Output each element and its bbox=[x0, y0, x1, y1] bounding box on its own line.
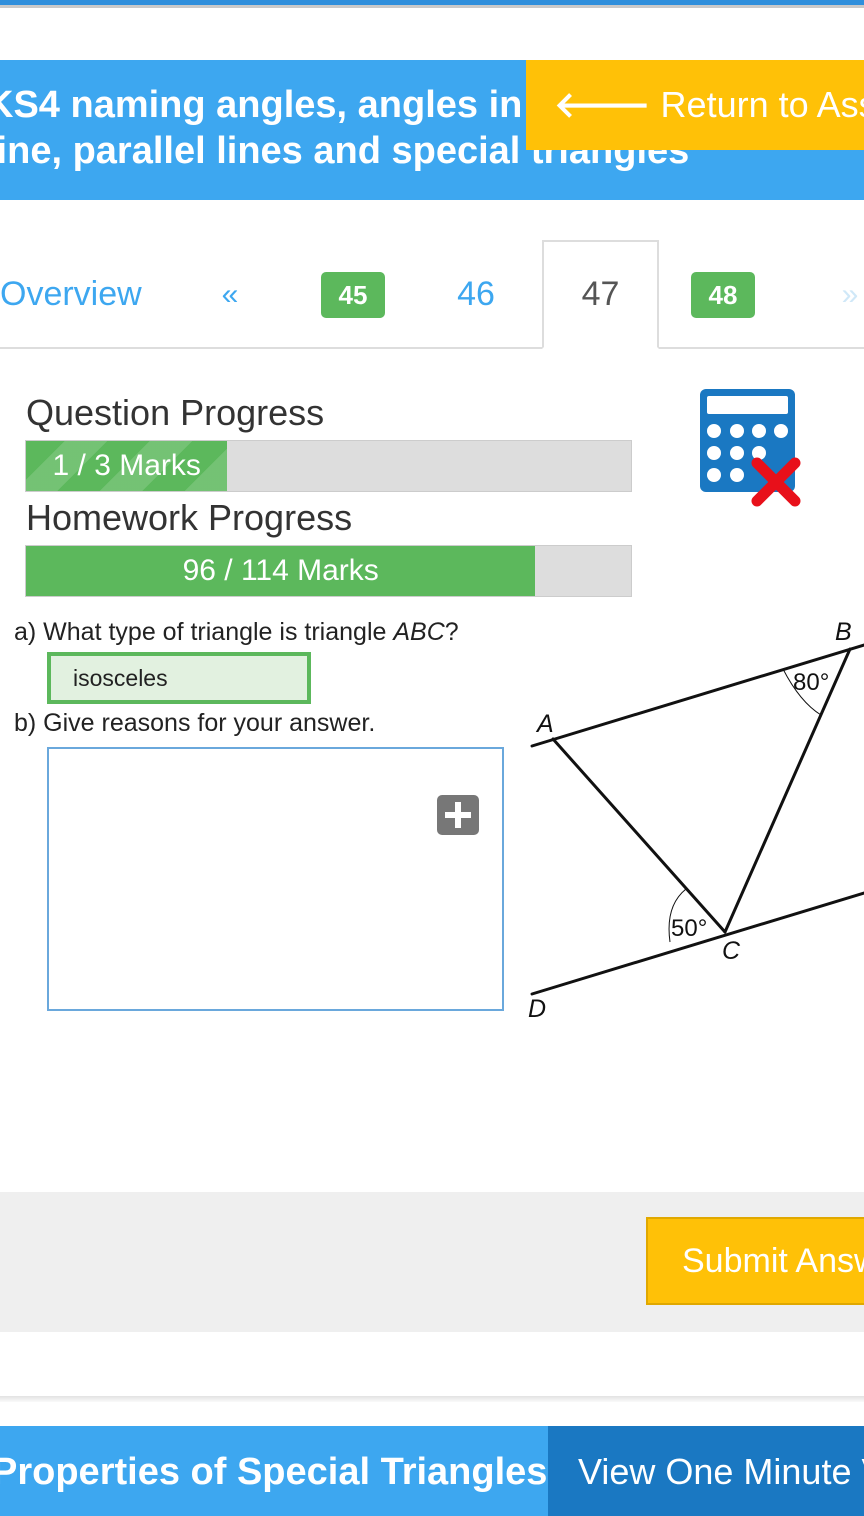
question-45-badge: 45 bbox=[321, 271, 385, 318]
tab-next[interactable]: » bbox=[830, 240, 864, 349]
tab-question-45[interactable]: 45 bbox=[321, 240, 385, 349]
arrow-left-icon: 🡐 bbox=[554, 84, 651, 125]
question-a-text: a) What type of triangle is triangle ABC… bbox=[14, 618, 459, 646]
triangle-side-ac bbox=[551, 737, 727, 934]
footer-bar: Properties of Special Triangles View One… bbox=[0, 1426, 864, 1516]
assignment-header: KS4 naming angles, angles in line, paral… bbox=[0, 60, 864, 200]
submit-answer-button[interactable]: Submit Answer bbox=[646, 1217, 864, 1305]
lower-parallel-line bbox=[530, 891, 864, 996]
answer-a-input[interactable]: isosceles bbox=[47, 652, 311, 704]
angle-label-80: 80° bbox=[793, 669, 829, 696]
label-b: B bbox=[835, 618, 852, 646]
question-progress-text: 1 / 3 Marks bbox=[52, 449, 201, 482]
label-c: C bbox=[722, 937, 741, 965]
angle-label-50: 50° bbox=[671, 915, 707, 942]
submit-area: Submit Answer bbox=[0, 1192, 864, 1332]
triangle-side-bc bbox=[723, 647, 852, 934]
view-video-button[interactable]: View One Minute Video bbox=[548, 1426, 864, 1516]
top-accent-bar bbox=[0, 0, 864, 8]
homework-progress-fill: 96 / 114 Marks bbox=[26, 546, 536, 596]
calculator-not-allowed-icon bbox=[700, 389, 801, 507]
tab-question-47-active[interactable]: 47 bbox=[542, 240, 659, 349]
answer-b-textarea[interactable] bbox=[47, 747, 504, 1011]
triangle-parallel-lines-diagram: A B C D 80° 50° bbox=[528, 618, 864, 1023]
tab-previous[interactable]: « bbox=[200, 240, 260, 349]
homework-progress-label: Homework Progress bbox=[26, 497, 353, 538]
homework-progress-bar: 96 / 114 Marks bbox=[25, 545, 632, 597]
label-a: A bbox=[535, 710, 554, 738]
section-divider bbox=[0, 1396, 864, 1402]
question-48-badge: 48 bbox=[691, 271, 755, 318]
tab-question-48[interactable]: 48 bbox=[691, 240, 755, 349]
question-progress-fill: 1 / 3 Marks bbox=[26, 441, 228, 491]
question-navigation: Overview « 45 46 47 48 » bbox=[0, 240, 864, 350]
add-symbol-button[interactable] bbox=[437, 795, 479, 835]
tab-overview[interactable]: Overview bbox=[0, 240, 160, 349]
question-b-text: b) Give reasons for your answer. bbox=[14, 709, 376, 737]
label-d: D bbox=[528, 995, 546, 1023]
homework-progress-text: 96 / 114 Marks bbox=[182, 554, 379, 587]
question-progress-label: Question Progress bbox=[26, 392, 325, 433]
topic-title: Properties of Special Triangles bbox=[0, 1451, 548, 1493]
return-to-assignment-button[interactable]: 🡐Return to Assignment bbox=[526, 60, 864, 150]
question-progress-bar: 1 / 3 Marks bbox=[25, 440, 632, 492]
tab-question-46[interactable]: 46 bbox=[440, 240, 512, 349]
